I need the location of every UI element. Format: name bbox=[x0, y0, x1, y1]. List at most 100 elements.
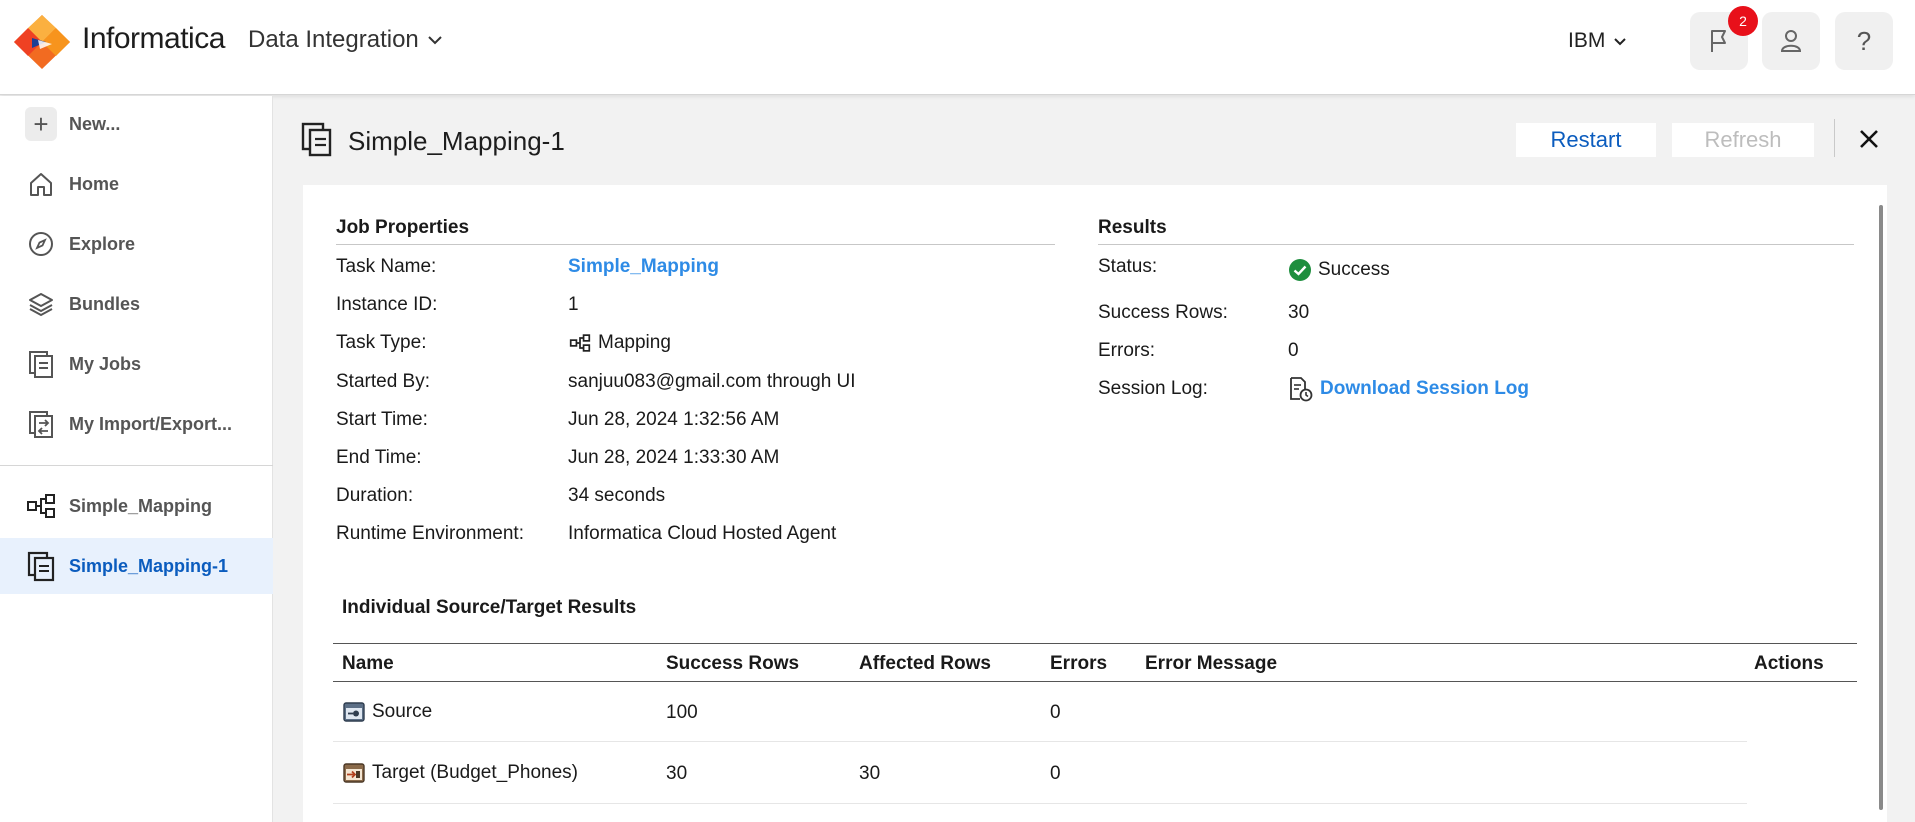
column-header-errors[interactable]: Errors bbox=[1050, 653, 1107, 675]
started-by-value: sanjuu083@gmail.com through UI bbox=[568, 371, 856, 392]
success-check-icon bbox=[1289, 259, 1311, 281]
import-export-icon bbox=[25, 408, 57, 440]
sidebar-item-bundles[interactable]: Bundles bbox=[0, 276, 273, 332]
row-errors: 0 bbox=[1050, 702, 1061, 723]
sidebar-item-label: My Import/Export... bbox=[69, 413, 233, 434]
log-file-icon bbox=[1290, 377, 1313, 402]
row-success-rows: 30 bbox=[666, 763, 688, 784]
table-header-border bbox=[333, 681, 1857, 682]
property-label: Start Time: bbox=[336, 409, 428, 430]
mapping-icon bbox=[25, 490, 57, 522]
table-row-name: Target (Budget_Phones) bbox=[342, 761, 578, 785]
property-label: Status: bbox=[1098, 256, 1158, 277]
layers-icon bbox=[25, 288, 57, 320]
product-switcher[interactable]: Data Integration bbox=[248, 26, 443, 54]
property-label: Runtime Environment: bbox=[336, 523, 524, 544]
task-type-value: Mapping bbox=[568, 332, 671, 354]
sidebar-divider bbox=[0, 465, 273, 466]
brand-name: Informatica bbox=[82, 22, 225, 55]
close-icon bbox=[1860, 130, 1878, 148]
success-rows-value: 30 bbox=[1288, 302, 1310, 323]
sidebar-item-label: My Jobs bbox=[69, 353, 142, 374]
property-label: Started By: bbox=[336, 371, 430, 392]
row-divider bbox=[333, 803, 1747, 804]
property-label: Duration: bbox=[336, 485, 414, 506]
row-divider bbox=[333, 741, 1747, 742]
chevron-down-icon bbox=[1614, 37, 1627, 45]
task-name-link[interactable]: Simple_Mapping bbox=[568, 256, 719, 278]
table-row-name: Source bbox=[342, 700, 432, 724]
home-icon bbox=[25, 168, 57, 200]
top-header: Informatica Data Integration IBM 2 ? bbox=[0, 0, 1915, 95]
section-divider bbox=[1098, 244, 1854, 245]
sidebar-item-home[interactable]: Home bbox=[0, 156, 273, 212]
section-divider bbox=[336, 244, 1055, 245]
errors-value: 0 bbox=[1288, 340, 1299, 361]
column-header-success-rows[interactable]: Success Rows bbox=[666, 653, 799, 675]
jobs-icon bbox=[25, 348, 57, 380]
property-label: End Time: bbox=[336, 447, 422, 468]
row-success-rows: 100 bbox=[666, 702, 698, 723]
property-label: Session Log: bbox=[1098, 378, 1208, 399]
sidebar-tab-simple-mapping[interactable]: Simple_Mapping bbox=[0, 478, 273, 534]
status-text: Success bbox=[1318, 259, 1390, 280]
row-name-text: Target (Budget_Phones) bbox=[372, 762, 578, 783]
chevron-down-icon bbox=[428, 36, 442, 45]
user-profile-button[interactable] bbox=[1762, 12, 1820, 70]
task-name-value[interactable]: Simple_Mapping bbox=[568, 256, 719, 278]
target-icon bbox=[343, 763, 365, 783]
property-label: Instance ID: bbox=[336, 294, 438, 315]
mapping-icon bbox=[569, 334, 591, 352]
job-details-panel bbox=[303, 185, 1887, 822]
column-header-affected-rows[interactable]: Affected Rows bbox=[859, 653, 991, 675]
source-icon bbox=[343, 702, 365, 722]
sidebar-item-label: New... bbox=[69, 113, 121, 134]
sidebar: + New... Home Explore Bundles My Jobs My… bbox=[0, 96, 273, 822]
row-affected-rows: 30 bbox=[859, 763, 881, 784]
sidebar-item-label: Bundles bbox=[69, 293, 141, 314]
table-top-border bbox=[333, 643, 1857, 644]
sidebar-item-label: Explore bbox=[69, 233, 136, 254]
column-header-name[interactable]: Name bbox=[342, 653, 394, 675]
source-target-heading: Individual Source/Target Results bbox=[342, 597, 637, 618]
property-label: Task Type: bbox=[336, 332, 427, 353]
column-header-error-message[interactable]: Error Message bbox=[1145, 653, 1277, 675]
user-icon bbox=[1780, 30, 1802, 52]
download-session-log-link[interactable]: Download Session Log bbox=[1288, 376, 1529, 402]
job-properties-heading: Job Properties bbox=[336, 217, 470, 238]
notification-badge: 2 bbox=[1728, 6, 1758, 36]
compass-icon bbox=[25, 228, 57, 260]
row-name-text: Source bbox=[372, 701, 433, 722]
sidebar-item-label: Home bbox=[69, 173, 120, 194]
refresh-button[interactable]: Refresh bbox=[1672, 123, 1814, 157]
informatica-logo bbox=[14, 15, 70, 69]
property-label: Success Rows: bbox=[1098, 302, 1228, 323]
column-header-actions: Actions bbox=[1754, 653, 1824, 674]
runtime-environment-value: Informatica Cloud Hosted Agent bbox=[568, 523, 837, 544]
product-name: Data Integration bbox=[248, 26, 419, 53]
scrollbar[interactable] bbox=[1879, 205, 1883, 810]
sidebar-item-explore[interactable]: Explore bbox=[0, 216, 273, 272]
sidebar-item-import-export[interactable]: My Import/Export... bbox=[0, 396, 273, 452]
row-errors: 0 bbox=[1050, 763, 1061, 784]
start-time-value: Jun 28, 2024 1:32:56 AM bbox=[568, 409, 780, 430]
results-heading: Results bbox=[1098, 217, 1167, 238]
sidebar-item-label: Simple_Mapping-1 bbox=[69, 555, 229, 576]
sidebar-item-label: Simple_Mapping bbox=[69, 495, 213, 516]
status-value: Success bbox=[1288, 258, 1390, 282]
duration-value: 34 seconds bbox=[568, 485, 666, 506]
sidebar-item-new[interactable]: + New... bbox=[0, 96, 273, 152]
restart-button[interactable]: Restart bbox=[1516, 123, 1656, 157]
org-name: IBM bbox=[1568, 29, 1606, 52]
sidebar-tab-simple-mapping-1[interactable]: Simple_Mapping-1 bbox=[0, 538, 273, 594]
toolbar-divider bbox=[1834, 119, 1835, 157]
plus-icon: + bbox=[25, 107, 57, 141]
page-title: Simple_Mapping-1 bbox=[348, 126, 565, 156]
download-session-log-text[interactable]: Download Session Log bbox=[1320, 378, 1529, 400]
help-icon: ? bbox=[1856, 25, 1872, 56]
org-switcher[interactable]: IBM bbox=[1568, 29, 1627, 53]
close-button[interactable] bbox=[1854, 121, 1884, 157]
help-button[interactable]: ? bbox=[1835, 12, 1893, 70]
sidebar-item-my-jobs[interactable]: My Jobs bbox=[0, 336, 273, 392]
job-icon bbox=[301, 122, 332, 157]
